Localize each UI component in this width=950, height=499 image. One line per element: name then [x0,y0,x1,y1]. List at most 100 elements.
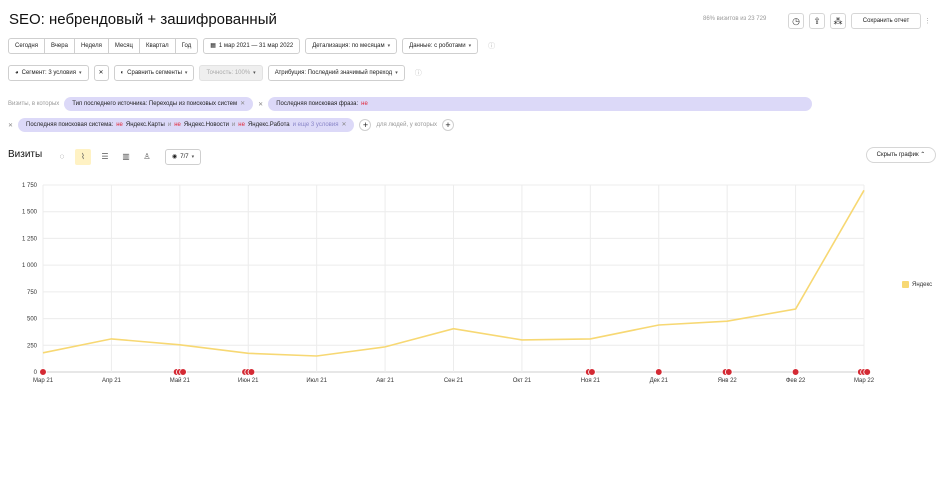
and-separator-icon: ✕ [258,101,264,108]
stacked-area-icon[interactable]: ☰ [97,149,113,165]
series-icon: ◉ [172,154,178,160]
bar-chart-icon[interactable]: ▥ [118,149,134,165]
close-icon: ✕ [98,70,104,76]
x-tick-label: Ноя 21 [581,378,601,384]
annotation-marker[interactable] [791,368,800,376]
filter-value: Яндекс.Новости [183,122,229,128]
close-icon[interactable]: ✕ [240,97,245,111]
info-icon[interactable]: ⓘ [415,68,422,78]
more-icon[interactable]: ⋮ [924,17,931,25]
annotation-marker[interactable] [860,368,868,376]
add-visit-filter-button[interactable]: + [359,119,372,131]
chevron-down-icon: ▾ [78,70,82,76]
accuracy-label: Точность: 100% [206,70,251,76]
annotation-marker[interactable] [241,368,249,376]
annotation-marker[interactable] [724,368,733,376]
data-label: Данные: с роботами [409,43,466,49]
x-tick-label: Дек 21 [650,378,669,384]
x-tick-label: Фев 22 [786,378,806,384]
period-year-button[interactable]: Год [176,39,198,53]
filter-not-label: не [361,101,368,107]
x-tick-label: Апр 21 [102,378,122,384]
sampling-info[interactable]: 86% визитов из 23 729 [703,16,766,22]
compare-segments-dropdown[interactable]: ◐ Сравнить сегменты ▾ [113,65,195,81]
filter-chip-text: Последняя поисковая система: [26,122,114,128]
chevron-down-icon: ▾ [387,43,391,49]
y-tick-label: 1 250 [22,236,38,242]
attribution-dropdown[interactable]: Атрибуция: Последний значимый переход ▾ [267,65,405,81]
filter-more-link[interactable]: и еще 3 условия [293,118,339,132]
info-icon[interactable]: ⓘ [488,41,495,51]
close-icon[interactable]: ✕ [341,118,346,132]
x-tick-label: Июл 21 [306,378,327,384]
y-tick-label: 250 [27,343,38,349]
filter-not-label: не [116,122,123,128]
export-icon[interactable]: ⇪ [809,13,825,29]
y-tick-label: 750 [27,290,38,296]
hide-chart-button[interactable]: Скрыть график ⌃ [866,147,936,163]
data-dropdown[interactable]: Данные: с роботами ▾ [402,38,479,54]
save-report-button[interactable]: Сохранить отчет [851,13,921,29]
filter-chip-search-phrase[interactable]: Последняя поисковая фраза: не [268,97,813,111]
annotation-marker[interactable] [244,368,253,376]
add-people-filter-button[interactable]: + [442,119,455,131]
segment-icon: ◕ [15,70,19,76]
detail-label: Детализация: по месяцам [312,43,385,49]
series-line-yandex [42,189,865,357]
annotation-marker[interactable] [654,368,663,376]
series-selector[interactable]: ◉ 7/7 ▾ [165,149,202,165]
annotation-marker[interactable] [176,368,184,376]
annotation-marker[interactable] [721,368,730,376]
period-quarter-button[interactable]: Квартал [140,39,176,53]
period-week-button[interactable]: Неделя [75,39,109,53]
share-icon[interactable]: ⁂ [830,13,846,29]
line-chart-icon[interactable]: ⌇ [75,149,91,165]
annotation-marker[interactable] [856,368,865,376]
accuracy-dropdown[interactable]: Точность: 100% ▾ [199,65,263,81]
annotation-marker[interactable] [584,368,593,376]
segment-dropdown[interactable]: ◕ Сегмент: 3 условия ▾ [8,65,89,81]
filter-chip-text: Тип последнего источника: Переходы из по… [72,101,238,107]
annotation-marker[interactable] [588,368,596,376]
x-tick-label: Авг 21 [376,378,394,384]
filter-and-label: и [167,122,172,128]
refresh-icon[interactable]: ◌ [54,149,70,165]
legend-label: Яндекс [912,281,933,288]
annotation-marker[interactable] [179,368,187,376]
annotation-marker[interactable] [172,368,181,376]
and-separator-icon: ✕ [8,122,14,129]
period-month-button[interactable]: Месяц [109,39,140,53]
chevron-down-icon: ▾ [184,70,188,76]
x-tick-label: Мар 22 [854,378,875,384]
x-tick-label: Окт 21 [513,378,532,384]
legend-swatch [902,281,909,288]
date-range-label: 1 мар 2021 — 31 мар 2022 [218,43,294,49]
history-icon[interactable]: ◷ [788,13,804,29]
filter-and-label: и [231,122,236,128]
x-tick-label: Июн 21 [238,378,259,384]
filter-not-label: не [238,122,245,128]
x-tick-label: Янв 22 [718,378,738,384]
chart-legend[interactable]: Яндекс [902,281,932,288]
series-count: 7/7 [180,154,189,160]
people-filter-label: для людей, у которых [376,122,438,128]
person-icon[interactable]: ♙ [139,149,155,165]
chart-title: Визиты [8,149,43,160]
filter-chip-text: Последняя поисковая фраза: [276,101,359,107]
period-yesterday-button[interactable]: Вчера [45,39,75,53]
chevron-down-icon: ▾ [253,70,256,76]
detail-dropdown[interactable]: Детализация: по месяцам ▾ [305,38,398,54]
filter-value: Яндекс.Работа [247,122,290,128]
annotation-marker[interactable] [39,368,47,376]
period-today-button[interactable]: Сегодня [9,39,45,53]
annotation-marker[interactable] [247,368,256,376]
annotation-marker[interactable] [863,368,871,376]
segment-label: Сегмент: 3 условия [21,70,76,76]
y-tick-label: 0 [34,370,38,376]
filter-chip-source-type[interactable]: Тип последнего источника: Переходы из по… [64,97,254,111]
y-tick-label: 1 750 [22,183,38,189]
date-range-button[interactable]: ▦ 1 мар 2021 — 31 мар 2022 [203,38,301,54]
clear-segment-button[interactable]: ✕ [93,65,109,81]
visits-filter-label: Визиты, в которых [8,101,60,107]
filter-chip-search-engine[interactable]: Последняя поисковая система: не Яндекс.К… [18,118,355,132]
